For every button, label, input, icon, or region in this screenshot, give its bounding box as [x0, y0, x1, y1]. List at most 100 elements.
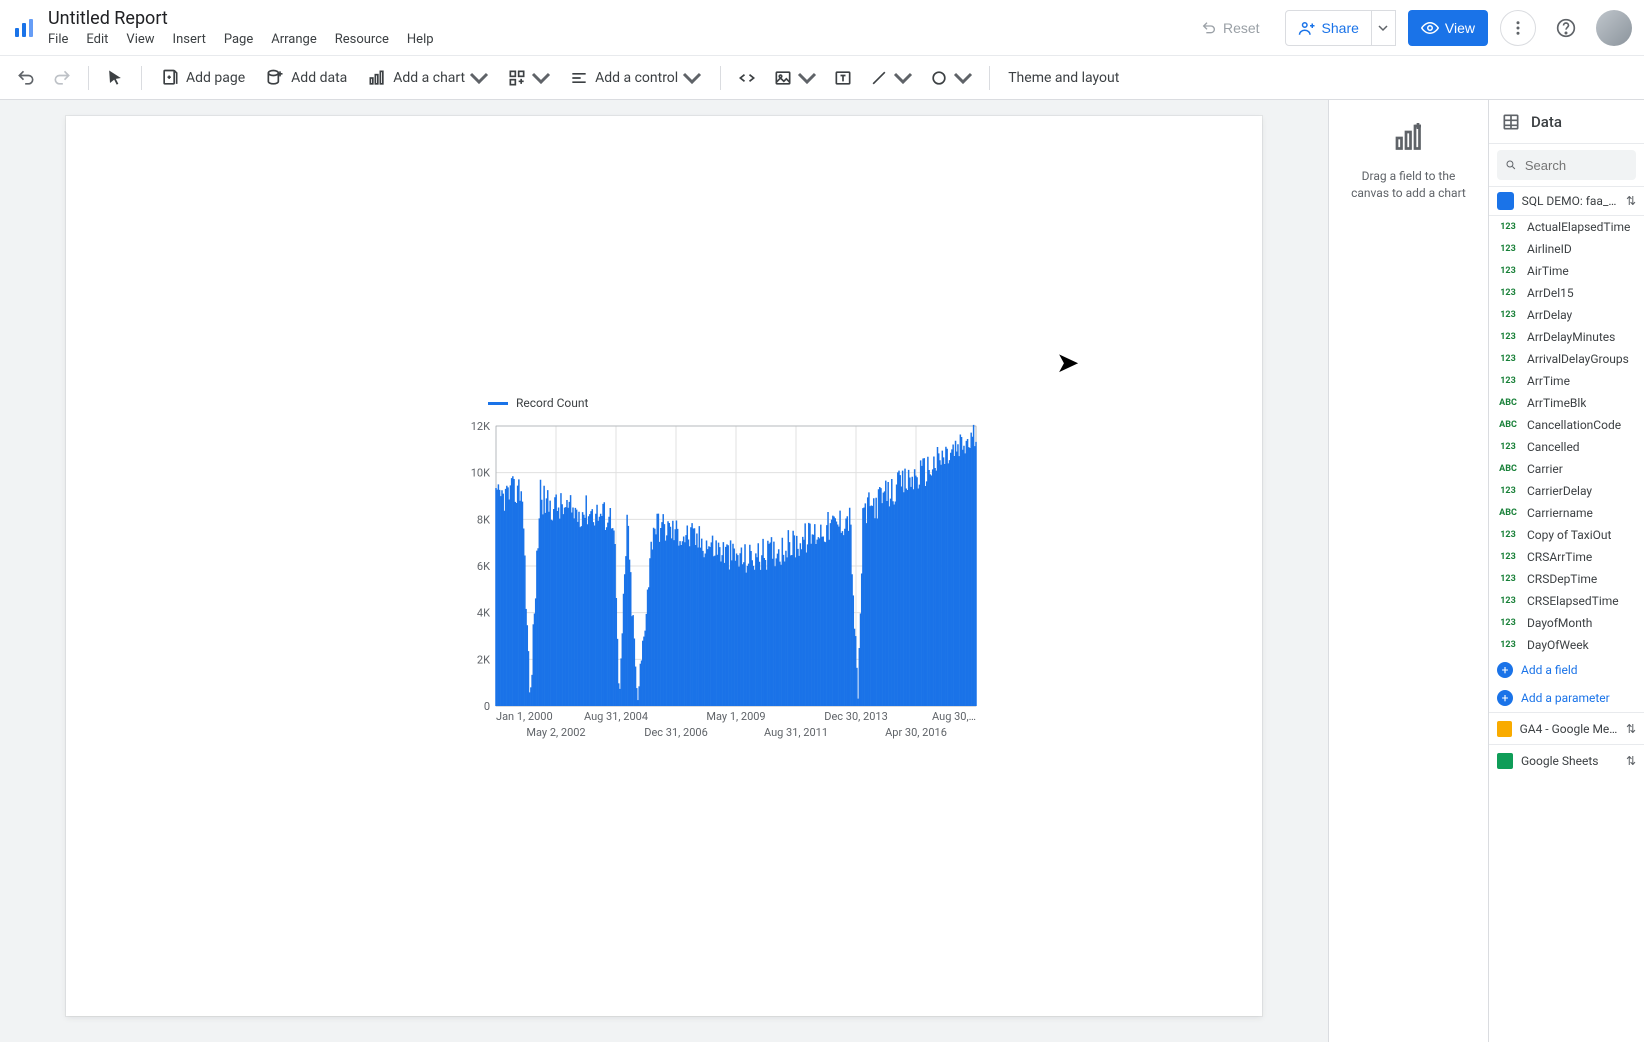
svg-text:Aug 31, 2011: Aug 31, 2011	[764, 726, 828, 739]
field-arrtimeblk[interactable]: ABC ArrTimeBlk	[1489, 392, 1644, 414]
menu-file[interactable]: File	[48, 32, 68, 47]
field-airlineid[interactable]: 123AirlineID	[1489, 238, 1644, 260]
datasource-ds1[interactable]: SQL DEMO: faa_fli… ⇅	[1489, 186, 1644, 216]
field-name: ArrDelay	[1527, 308, 1572, 322]
legend-swatch	[488, 402, 508, 405]
reset-button[interactable]: Reset	[1188, 10, 1273, 46]
time-series-chart[interactable]: Record Count 02K4K6K8K10K12KJan 1, 2000A…	[446, 396, 986, 756]
add-page-button[interactable]: Add page	[152, 61, 253, 95]
line-button[interactable]	[863, 61, 919, 95]
theme-layout-button[interactable]: Theme and layout	[1000, 61, 1127, 95]
field-airtime[interactable]: 123AirTime	[1489, 260, 1644, 282]
field-search-input[interactable]	[1523, 157, 1628, 174]
redo-button[interactable]	[46, 61, 78, 95]
expand-icon[interactable]: ⇅	[1626, 722, 1636, 736]
field-type-icon: 123	[1497, 529, 1519, 541]
field-type-icon: 123	[1497, 243, 1519, 255]
undo-button[interactable]	[10, 61, 42, 95]
field-dayofweek[interactable]: 123DayOfWeek	[1489, 634, 1644, 656]
drag-field-panel: Drag a field to the canvas to add a char…	[1328, 100, 1488, 1042]
datasource-icon	[1497, 721, 1512, 737]
field-copy of taxiout[interactable]: 123Copy of TaxiOut	[1489, 524, 1644, 546]
menu-edit[interactable]: Edit	[86, 32, 108, 47]
data-panel-header: Data	[1489, 100, 1644, 144]
image-button[interactable]	[767, 61, 823, 95]
share-button[interactable]: Share	[1285, 10, 1372, 46]
svg-text:12K: 12K	[471, 420, 490, 433]
menu-page[interactable]: Page	[224, 32, 253, 47]
document-title[interactable]: Untitled Report	[48, 8, 434, 30]
expand-icon[interactable]: ⇅	[1626, 194, 1636, 208]
add-chart-button[interactable]: Add a chart	[359, 61, 497, 95]
field-name: CRSArrTime	[1527, 550, 1592, 564]
data-panel: Data SQL DEMO: faa_fli… ⇅ 123 ActualElapsed…	[1488, 100, 1644, 1042]
field-carrierdelay[interactable]: 123CarrierDelay	[1489, 480, 1644, 502]
field-cancelled[interactable]: 123Cancelled	[1489, 436, 1644, 458]
field-arrdelayminutes[interactable]: 123ArrDelayMinutes	[1489, 326, 1644, 348]
field-name: ActualElapsedTime	[1527, 220, 1630, 234]
menu-insert[interactable]: Insert	[173, 32, 206, 47]
field-name: ArrTime	[1527, 374, 1570, 388]
cursor-icon: ➤	[1056, 346, 1079, 379]
report-canvas[interactable]: ➤ Record Count 02K4K6K8K10K12KJan 1, 200…	[66, 116, 1262, 1016]
menu-resource[interactable]: Resource	[335, 32, 389, 47]
chevron-down-icon	[682, 68, 702, 88]
field-crselapsedtime[interactable]: 123CRSElapsedTime	[1489, 590, 1644, 612]
field-arrivaldelaygroups[interactable]: 123ArrivalDelayGroups	[1489, 348, 1644, 370]
menu-bar: File Edit View Insert Page Arrange Resource Hel…	[48, 32, 434, 47]
text-button[interactable]	[827, 61, 859, 95]
field-actualelapsedtime[interactable]: 123 ActualElapsedTime	[1489, 216, 1644, 238]
menu-arrange[interactable]: Arrange	[271, 32, 316, 47]
toolbar: Add page Add data Add a chart Add a cont…	[0, 56, 1644, 100]
shape-button[interactable]	[923, 61, 979, 95]
field-name: CRSDepTime	[1527, 572, 1597, 586]
add-control-label: Add a control	[595, 70, 678, 86]
field-name: ArrTimeBlk	[1527, 396, 1586, 410]
datasource-ds3[interactable]: Google Sheets⇅	[1489, 744, 1644, 776]
field-arrdel15[interactable]: 123ArrDel15	[1489, 282, 1644, 304]
field-type-icon: 123	[1497, 617, 1519, 629]
datasource-ds2[interactable]: GA4 - Google Merc…⇅	[1489, 712, 1644, 744]
field-type-icon: ABC	[1497, 397, 1519, 409]
svg-text:Jan 1, 2000: Jan 1, 2000	[496, 710, 553, 723]
field-type-icon: 123	[1497, 353, 1519, 365]
add-parameter-link[interactable]: +Add a parameter	[1489, 684, 1644, 712]
field-arrtime[interactable]: 123ArrTime	[1489, 370, 1644, 392]
field-dayofmonth[interactable]: 123DayofMonth	[1489, 612, 1644, 634]
add-data-button[interactable]: Add data	[257, 61, 355, 95]
expand-icon[interactable]: ⇅	[1626, 754, 1636, 768]
share-dropdown-caret[interactable]	[1372, 10, 1396, 46]
field-carrier[interactable]: ABCCarrier	[1489, 458, 1644, 480]
field-crsdeptime[interactable]: 123CRSDepTime	[1489, 568, 1644, 590]
user-avatar[interactable]	[1596, 10, 1632, 46]
view-button[interactable]: View	[1408, 10, 1488, 46]
field-name: Carriername	[1527, 506, 1593, 520]
canvas-scroll[interactable]: ➤ Record Count 02K4K6K8K10K12KJan 1, 200…	[0, 100, 1328, 1042]
datasource-name: SQL DEMO: faa_fli…	[1522, 194, 1618, 208]
select-tool[interactable]	[99, 61, 131, 95]
field-carriername[interactable]: ABCCarriername	[1489, 502, 1644, 524]
workspace: ➤ Record Count 02K4K6K8K10K12KJan 1, 200…	[0, 100, 1644, 1042]
add-chart-label: Add a chart	[393, 70, 465, 86]
more-options-button[interactable]	[1500, 10, 1536, 46]
embed-button[interactable]	[731, 61, 763, 95]
chevron-down-icon	[469, 68, 489, 88]
view-label: View	[1445, 20, 1475, 36]
field-arrdelay[interactable]: 123ArrDelay	[1489, 304, 1644, 326]
field-cancellationcode[interactable]: ABCCancellationCode	[1489, 414, 1644, 436]
add-control-button[interactable]: Add a control	[561, 61, 710, 95]
field-search[interactable]	[1497, 150, 1636, 180]
field-crsarrtime[interactable]: 123CRSArrTime	[1489, 546, 1644, 568]
menu-help[interactable]: Help	[407, 32, 434, 47]
add-field-link[interactable]: +Add a field	[1489, 656, 1644, 684]
app-logo	[12, 16, 36, 40]
field-type-icon: 123	[1497, 441, 1519, 453]
menu-view[interactable]: View	[126, 32, 154, 47]
datasource-icon	[1497, 192, 1514, 210]
help-button[interactable]	[1548, 10, 1584, 46]
field-type-icon: 123	[1497, 595, 1519, 607]
community-viz-button[interactable]	[501, 61, 557, 95]
share-label: Share	[1322, 20, 1359, 36]
field-type-icon: 123	[1497, 221, 1519, 233]
field-name: CancellationCode	[1527, 418, 1621, 432]
